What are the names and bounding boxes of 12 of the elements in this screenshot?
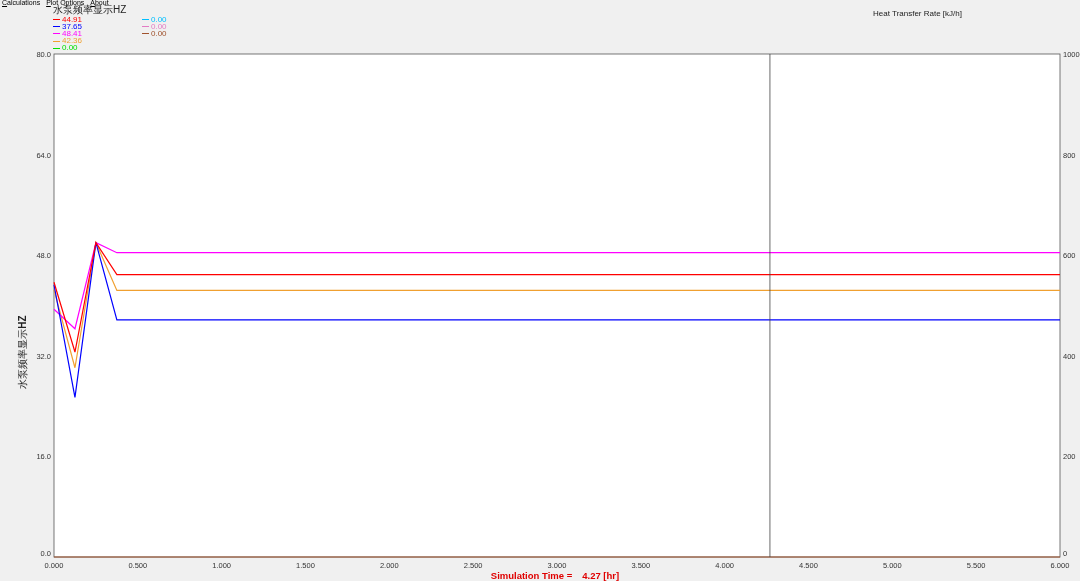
legend-value: 0.00 (151, 15, 167, 24)
legend-value: 48.41 (62, 29, 83, 38)
y-axis-label: 水泵频率显示HZ (16, 315, 29, 389)
legend-value: 0.00 (62, 44, 78, 53)
simulation-time-label: Simulation Time = (490, 570, 573, 581)
legend-value: 42.36 (62, 37, 83, 46)
simulation-time-value: 4.27 [hr] (582, 570, 620, 581)
legend-value: 37.65 (62, 22, 83, 31)
legend-value: 0.00 (151, 22, 167, 31)
legend-value: 44.91 (62, 15, 83, 24)
legend-value: 0.00 (151, 29, 167, 38)
right-axis-title: Heat Transfer Rate [kJ/h] (873, 9, 962, 19)
